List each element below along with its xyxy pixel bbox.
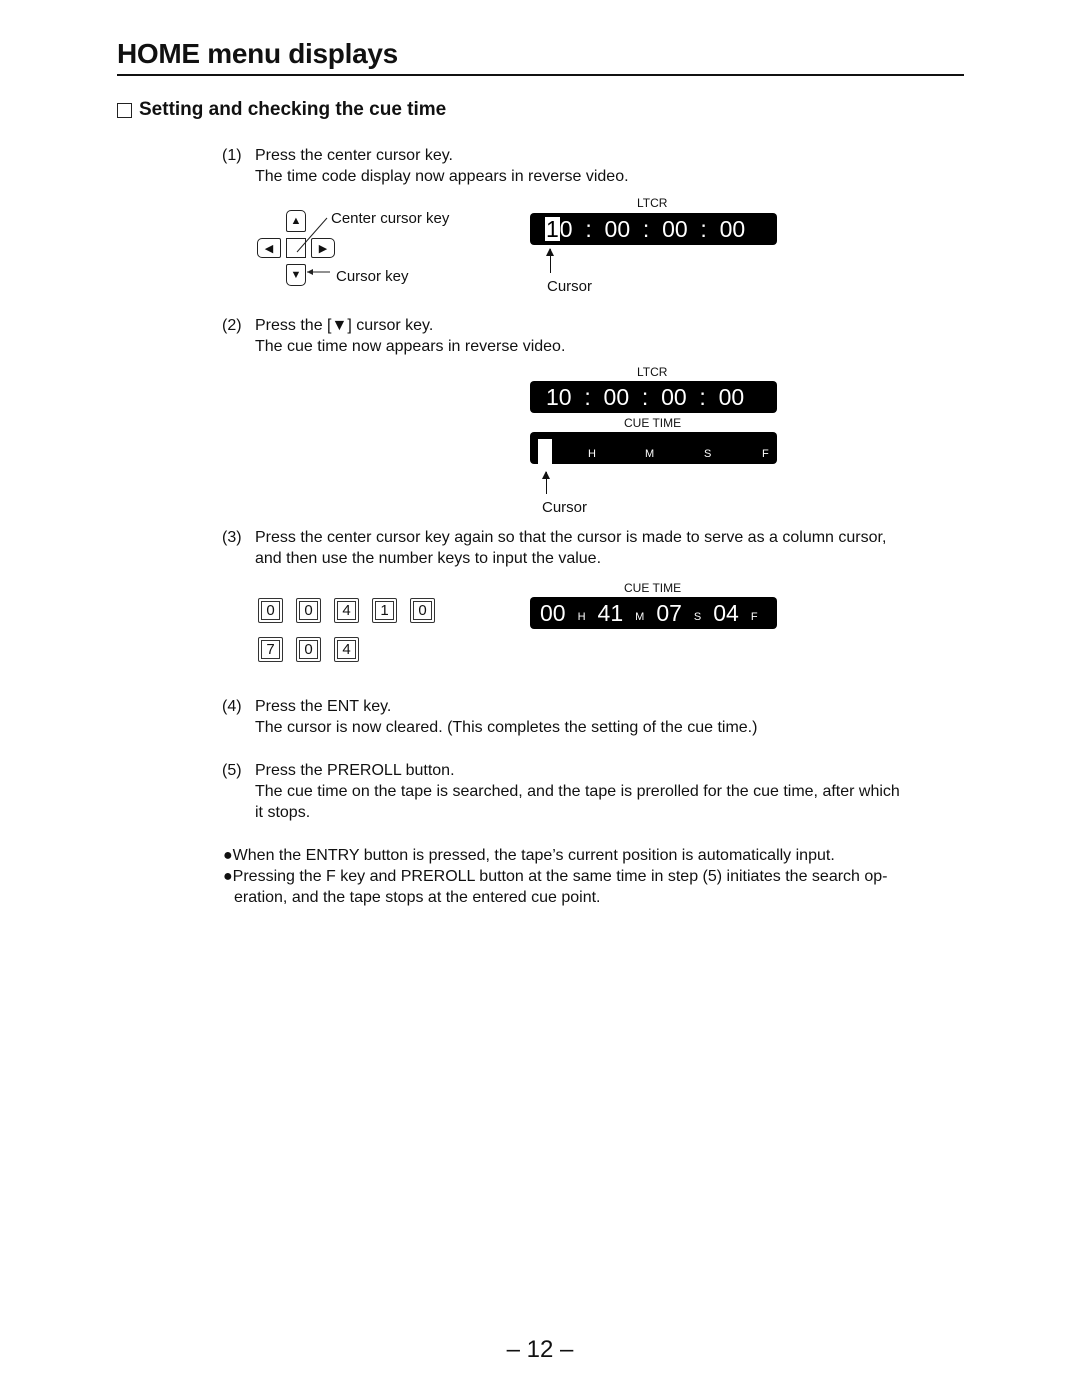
display-2-cursor-arrow-icon [542, 471, 550, 494]
cue-seconds-value: 07 [656, 599, 682, 626]
page-number: – 12 – [506, 1336, 574, 1363]
step-1-number: (1) [222, 147, 242, 164]
step-2-text-b: ] cursor key. [347, 317, 434, 334]
number-key[interactable]: 7 [258, 637, 283, 662]
number-key[interactable]: 1 [372, 598, 397, 623]
cue-minutes-unit: M [635, 611, 645, 623]
cursor-key-label: Cursor key [336, 268, 409, 285]
section-title: Setting and checking the cue time [117, 99, 446, 121]
cursor-keys-diagram: ▲ ◀ ▶ ▼ Center cursor key Cursor key [255, 208, 475, 290]
step-1-line-1: Press the center cursor key. [255, 147, 453, 164]
number-keys-row-1: 0 0 4 1 0 [258, 598, 435, 623]
display-2-timecode: 10 : 00 : 00 : 00 [530, 381, 777, 413]
cue-minutes-value: 41 [597, 599, 624, 626]
display-2-cue-label: CUE TIME [624, 416, 682, 430]
display-2-column-cursor [538, 439, 552, 464]
cue-unit-s: S [704, 448, 712, 460]
step-2-line-1: Press the [▼] cursor key. [255, 315, 433, 336]
display-2-cue-time: H M S F [530, 432, 777, 464]
cue-frames-unit: F [750, 611, 758, 623]
number-key[interactable]: 0 [258, 598, 283, 623]
step-2-text-a: Press the [ [255, 317, 332, 334]
number-key[interactable]: 0 [296, 637, 321, 662]
checkbox-square-icon [117, 102, 132, 118]
note-f-key-preroll-cont: eration, and the tape stops at the enter… [234, 889, 601, 906]
display-1-cursor-digit: 1 [545, 216, 560, 242]
step-1-line-2: The time code display now appears in rev… [255, 168, 629, 185]
cue-unit-f: F [762, 448, 769, 460]
page-title: HOME menu displays [117, 38, 398, 69]
title-rule [117, 74, 964, 76]
down-arrow-icon: ▼ [331, 317, 348, 334]
display-1-cursor-label: Cursor [547, 278, 593, 295]
step-5-line-2: The cue time on the tape is searched, an… [255, 783, 900, 800]
display-2-cursor-label: Cursor [542, 499, 588, 516]
step-5-line-1: Press the PREROLL button. [255, 762, 455, 779]
note-f-key-preroll: ●Pressing the F key and PREROLL button a… [223, 868, 888, 885]
step-4-line-2: The cursor is now cleared. (This complet… [255, 719, 758, 736]
display-2-ltcr-label: LTCR [637, 365, 668, 379]
step-2-line-2: The cue time now appears in reverse vide… [255, 338, 566, 355]
cue-seconds-unit: S [693, 611, 702, 623]
step-3-number: (3) [222, 529, 242, 546]
number-key[interactable]: 0 [296, 598, 321, 623]
center-cursor-key-label: Center cursor key [331, 210, 450, 227]
step-4-line-1: Press the ENT key. [255, 698, 392, 715]
display-3-cue-label: CUE TIME [624, 581, 682, 595]
cue-frames-value: 04 [713, 599, 739, 626]
number-keys-row-2: 7 0 4 [258, 637, 359, 662]
display-3-cue-time: 00 H 41 M 07 S 04 F [530, 597, 777, 629]
cue-unit-h: H [588, 448, 596, 460]
cue-hours-unit: H [577, 611, 586, 623]
note-entry-button: ●When the ENTRY button is pressed, the t… [223, 847, 835, 864]
step-2-number: (2) [222, 317, 242, 334]
display-1-ltcr-label: LTCR [637, 196, 668, 210]
number-key[interactable]: 4 [334, 598, 359, 623]
display-2-timecode-text: 10 : 00 : 00 : 00 [546, 383, 745, 410]
display-1-cursor-arrow-icon [546, 248, 554, 273]
step-3-line-2: and then use the number keys to input th… [255, 550, 602, 567]
number-key[interactable]: 4 [334, 637, 359, 662]
cue-unit-m: M [645, 448, 655, 460]
cue-hours-value: 00 [540, 599, 566, 626]
step-5-number: (5) [222, 762, 242, 779]
display-1-timecode-rest: 0 : 00 : 00 : 00 [559, 215, 746, 242]
section-title-text: Setting and checking the cue time [139, 99, 447, 120]
step-4-number: (4) [222, 698, 242, 715]
step-3-line-1: Press the center cursor key again so tha… [255, 529, 887, 546]
step-5-line-3: it stops. [255, 804, 311, 821]
display-1-timecode: 1 0 : 00 : 00 : 00 [530, 213, 777, 245]
number-key[interactable]: 0 [410, 598, 435, 623]
